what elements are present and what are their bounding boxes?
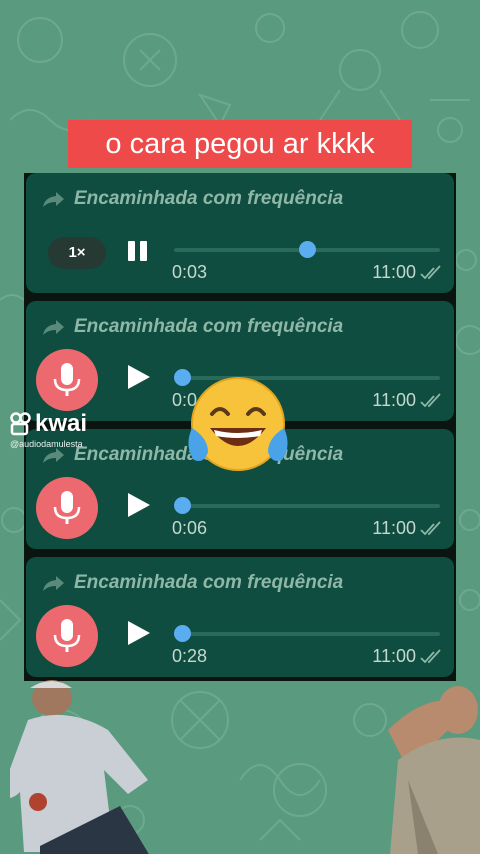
play-button[interactable] [128,365,150,389]
man-laughing-right [388,686,480,854]
forwarded-icon [43,320,64,335]
tears-of-joy-emoji-icon [188,377,288,471]
audio-progress-knob[interactable] [298,241,316,258]
read-receipt-icon [420,649,441,664]
pause-button[interactable] [126,239,150,263]
kwai-brand: kwai [35,410,88,437]
kwai-logo-icon [10,412,31,436]
mic-avatar [36,605,98,667]
kwai-handle: @audiodamulesta [10,439,83,449]
mic-avatar [36,477,98,539]
read-receipt-icon [420,393,441,408]
audio-progress-knob[interactable] [173,497,191,514]
forwarded-icon [43,576,64,591]
message-time: 11:00 [372,262,416,282]
voice-message[interactable]: Encaminhada com frequência 0:28 11:00 [26,557,454,677]
audio-progress-knob[interactable] [173,625,191,642]
playback-speed-button[interactable]: 1× [48,237,106,269]
audio-duration: 0:28 [172,646,208,666]
audio-progress-track[interactable] [174,632,440,636]
message-time: 11:00 [372,646,416,666]
microphone-icon [53,363,81,396]
forwarded-label: Encaminhada com frequência [42,187,343,211]
message-time: 11:00 [372,390,416,410]
man-laughing-left [10,680,149,854]
audio-duration: 0:06 [172,518,208,538]
message-time: 11:00 [372,518,416,538]
video-caption: o cara pegou ar kkkk [68,120,412,168]
kwai-watermark: kwai @audiodamulesta [10,410,87,449]
voice-message[interactable]: Encaminhada com frequência 1× 0:03 11:00 [26,173,454,293]
read-receipt-icon [420,521,441,536]
forwarded-icon [43,192,64,207]
play-button[interactable] [128,621,150,645]
audio-progress-track[interactable] [174,504,440,508]
microphone-icon [53,491,81,524]
mic-avatar [36,349,98,411]
audio-duration: 0:03 [172,262,208,282]
microphone-icon [53,619,81,652]
read-receipt-icon [420,265,441,280]
forwarded-label: Encaminhada com frequência [42,571,343,595]
forwarded-label: Encaminhada com frequência [42,315,343,339]
play-button[interactable] [128,493,150,517]
